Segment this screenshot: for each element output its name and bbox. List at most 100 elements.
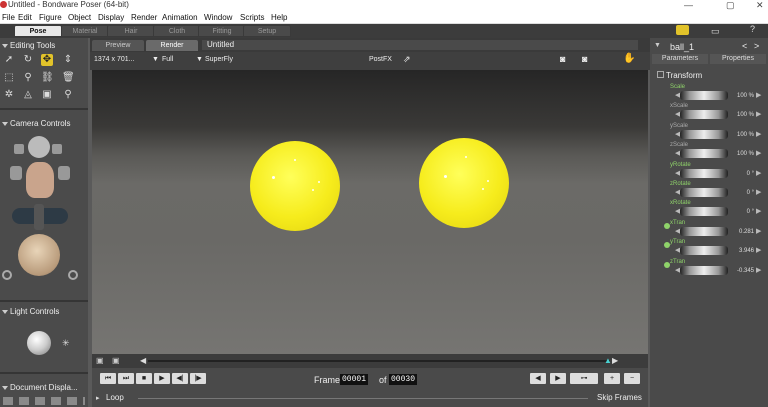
loop-toggle-icon[interactable]: ▸	[96, 394, 100, 402]
param-dial[interactable]	[680, 168, 728, 178]
param-yrotate[interactable]: yRotate ◀ 0 ° ▶	[650, 161, 768, 180]
close-button[interactable]: ✕	[756, 0, 764, 10]
editing-tools-header[interactable]: Editing Tools	[0, 40, 88, 52]
restore-button[interactable]: ▢	[726, 0, 735, 10]
notification-icon[interactable]	[676, 25, 689, 35]
loop-label[interactable]: Loop	[106, 393, 124, 402]
param-dial[interactable]	[680, 91, 728, 100]
renderer-select[interactable]: SuperFly	[205, 56, 233, 63]
menu-display[interactable]: Display	[98, 13, 124, 22]
trackball-icon[interactable]	[18, 234, 60, 276]
loop-range[interactable]	[138, 398, 588, 399]
render-scale-select[interactable]: Full	[162, 56, 173, 63]
camera-animate-icon[interactable]	[68, 270, 78, 280]
timeline-right-arrow[interactable]: ▶	[612, 356, 618, 365]
param-xtran[interactable]: xTran ◀ 0.281 ▶	[650, 219, 768, 238]
view-magnifier-icon[interactable]: ▣	[41, 89, 53, 101]
light-controls-header[interactable]: Light Controls	[0, 306, 88, 318]
tab-render[interactable]: Render	[146, 40, 198, 51]
param-xscale[interactable]: xScale ◀ 100 % ▶	[650, 102, 768, 121]
tab-pose[interactable]: Pose	[14, 25, 62, 37]
taper-tool-icon[interactable]: ⚲	[22, 72, 34, 84]
next-frame-button[interactable]: |▶	[190, 373, 206, 384]
tab-setup[interactable]: Setup	[243, 25, 291, 37]
scale-tool-icon[interactable]: ⬚	[3, 72, 15, 84]
menu-object[interactable]: Object	[68, 13, 91, 22]
menu-help[interactable]: Help	[271, 13, 287, 22]
color-tool-icon[interactable]: ✲	[3, 89, 15, 101]
selected-object[interactable]: ball_1	[670, 42, 694, 52]
param-dial[interactable]	[680, 265, 728, 275]
increment-icon[interactable]: ▶	[756, 150, 761, 158]
tab-material[interactable]: Material	[61, 25, 109, 37]
translate-tool-icon[interactable]: ✥	[41, 54, 53, 66]
help-icon[interactable]: ?	[750, 24, 755, 34]
document-display-header[interactable]: Document Displa...	[0, 382, 88, 394]
camera-render-icon[interactable]: ◙	[560, 54, 565, 64]
increment-icon[interactable]: ▶	[756, 92, 761, 100]
sun-icon[interactable]: ✳	[62, 338, 70, 349]
param-value[interactable]: 0 °	[732, 189, 754, 197]
chevron-down-icon[interactable]: ▼	[196, 56, 203, 63]
tab-properties[interactable]: Properties	[710, 54, 766, 64]
go-to-start-button[interactable]: ⏮	[100, 373, 116, 384]
timeline-left-arrow[interactable]: ◀	[140, 356, 146, 365]
increment-icon[interactable]: ▶	[756, 208, 761, 216]
increment-icon[interactable]: ▶	[756, 228, 761, 236]
param-ytran[interactable]: yTran ◀ 3.946 ▶	[650, 238, 768, 257]
collapse-icon[interactable]	[657, 71, 664, 78]
tab-hair[interactable]: Hair	[107, 25, 155, 37]
next-key-button[interactable]: ▶	[550, 373, 566, 384]
tab-cloth[interactable]: Cloth	[153, 25, 201, 37]
increment-icon[interactable]: ▶	[756, 267, 761, 275]
param-dial[interactable]	[680, 207, 728, 217]
param-dial[interactable]	[680, 226, 728, 236]
param-value[interactable]: 0.281	[732, 228, 754, 236]
increment-icon[interactable]: ▶	[756, 111, 761, 119]
left-hand-camera-icon[interactable]	[14, 144, 24, 154]
param-value[interactable]: 100 %	[732, 111, 754, 119]
param-dial[interactable]	[680, 149, 728, 159]
param-zscale[interactable]: zScale ◀ 100 % ▶	[650, 141, 768, 160]
go-to-end-button[interactable]: ⏭	[118, 373, 134, 384]
camera-lock-icon[interactable]	[2, 270, 12, 280]
postfx-button[interactable]: PostFX	[369, 56, 392, 63]
param-scale[interactable]: Scale ◀ 100 % ▶	[650, 83, 768, 102]
current-frame-input[interactable]: 00001	[340, 374, 369, 385]
main-camera-figure-icon[interactable]	[26, 162, 54, 198]
tab-parameters[interactable]: Parameters	[652, 54, 708, 64]
graph-icon[interactable]: ▣	[96, 356, 104, 365]
menu-scripts[interactable]: Scripts	[240, 13, 264, 22]
previous-object-icon[interactable]: <	[742, 41, 747, 51]
ball-2[interactable]	[419, 138, 509, 228]
area-render-icon[interactable]: ◙	[582, 54, 587, 64]
chevron-down-icon[interactable]: ▼	[152, 56, 159, 63]
camera-axis-icon[interactable]	[34, 204, 44, 230]
render-viewport[interactable]	[92, 70, 648, 354]
param-yscale[interactable]: yScale ◀ 100 % ▶	[650, 122, 768, 141]
move-camera-xz-icon[interactable]	[10, 166, 22, 180]
head-camera-icon[interactable]	[28, 136, 50, 158]
render-size[interactable]: 1374 x 701...	[94, 56, 134, 63]
camera-controls-header[interactable]: Camera Controls	[0, 118, 88, 130]
param-value[interactable]: 100 %	[732, 131, 754, 139]
menu-animation[interactable]: Animation	[162, 13, 198, 22]
param-value[interactable]: 100 %	[732, 92, 754, 100]
previous-key-button[interactable]: ◀	[530, 373, 546, 384]
previous-frame-button[interactable]: ◀|	[172, 373, 188, 384]
stop-button[interactable]: ■	[136, 373, 152, 384]
param-ztran[interactable]: zTran ◀ -0.345 ▶	[650, 258, 768, 277]
chat-icon[interactable]: ▭	[711, 26, 720, 37]
timeline-scrubber[interactable]	[148, 360, 610, 362]
chevron-down-icon[interactable]: ▼	[654, 42, 661, 49]
key-icon[interactable]: ⊶	[570, 373, 598, 384]
right-hand-camera-icon[interactable]	[52, 144, 62, 154]
hand-icon[interactable]: ✋	[623, 53, 635, 64]
add-key-button[interactable]: +	[604, 373, 620, 384]
param-value[interactable]: 0 °	[732, 208, 754, 216]
tab-fitting[interactable]: Fitting	[198, 25, 246, 37]
skip-frames-label[interactable]: Skip Frames	[597, 393, 642, 402]
transform-group[interactable]: Transform	[666, 71, 702, 80]
twist-tool-icon[interactable]: ↻	[22, 54, 34, 66]
light-sphere-icon[interactable]	[27, 331, 51, 355]
